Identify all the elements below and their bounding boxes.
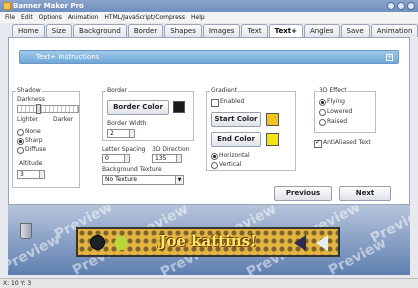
arrow-left-shape[interactable]: [316, 235, 328, 251]
tab-save[interactable]: Save: [340, 24, 370, 37]
previous-button[interactable]: Previous: [274, 186, 332, 201]
banner-text[interactable]: Joe kattins!: [133, 232, 283, 250]
preview-area: Preview Preview Preview Preview Preview …: [8, 205, 410, 275]
title-bar: Banner Maker Pro: [0, 0, 418, 12]
app-window: Banner Maker Pro File Edit Options Anima…: [0, 0, 418, 288]
circle-shape[interactable]: [90, 235, 105, 250]
cursor-coordinates: X: 10 Y: 3: [3, 280, 32, 287]
texture-select[interactable]: No Texture ▼: [102, 175, 184, 185]
tab-angles[interactable]: Angles: [303, 24, 340, 37]
gradient-title: Gradient: [210, 87, 239, 95]
maximize-button[interactable]: [397, 2, 405, 10]
text-plus-panel: Text+ Instructions + Shadow Darkness Lig…: [8, 37, 410, 205]
border-width-label: Border Width: [107, 120, 147, 127]
darker-label: Darker: [53, 116, 74, 123]
border-color-swatch[interactable]: [173, 101, 185, 113]
shadow-title: Shadow: [16, 87, 42, 95]
border-color-button[interactable]: Border Color: [107, 100, 169, 115]
tab-animation[interactable]: Animation: [370, 24, 418, 37]
letter-spacing-value: 0: [105, 155, 109, 162]
preview-watermark: Preview: [8, 231, 64, 275]
tab-bar: Home Size Background Border Shapes Image…: [12, 24, 418, 37]
altitude-value: 3: [20, 171, 24, 178]
tab-home[interactable]: Home: [12, 24, 45, 37]
menu-html[interactable]: HTML/JavaScript/Compress: [104, 12, 185, 23]
end-color-button[interactable]: End Color: [211, 132, 261, 147]
altitude-stepper[interactable]: 3: [17, 170, 45, 179]
end-color-swatch[interactable]: [266, 133, 279, 146]
direction-value: 135: [155, 155, 167, 162]
border-width-value: 2: [110, 130, 114, 137]
instructions-title: Text+ Instructions: [36, 53, 100, 61]
3d-effect-group: 3D Effect Flying Lowered Raised: [314, 87, 376, 133]
instructions-bar[interactable]: Text+ Instructions +: [19, 50, 399, 64]
border-width-stepper[interactable]: 2: [107, 129, 135, 138]
darkness-slider[interactable]: [17, 104, 79, 114]
direction-arrows-icon[interactable]: [176, 155, 181, 162]
tab-background[interactable]: Background: [73, 24, 127, 37]
horizontal-radio[interactable]: Horizontal: [211, 152, 250, 160]
direction-label: 3D Direction: [152, 146, 190, 153]
banner-preview[interactable]: Joe kattins!: [76, 227, 340, 257]
lowered-radio[interactable]: Lowered: [319, 108, 352, 116]
tab-images[interactable]: Images: [202, 24, 241, 37]
texture-value: No Texture: [105, 176, 138, 183]
minimize-button[interactable]: [387, 2, 395, 10]
gradient-enabled-checkbox[interactable]: Enabled: [211, 98, 244, 107]
menu-file[interactable]: File: [5, 12, 15, 23]
window-controls: [387, 2, 415, 10]
start-color-swatch[interactable]: [266, 113, 279, 126]
menu-bar: File Edit Options Animation HTML/JavaScr…: [0, 12, 418, 23]
letter-spacing-label: Letter Spacing: [102, 146, 146, 153]
altitude-label: Altitude: [19, 160, 43, 167]
direction-stepper[interactable]: 135: [152, 154, 182, 163]
flying-radio[interactable]: Flying: [319, 98, 345, 106]
border-title: Border: [106, 87, 129, 95]
border-width-arrows-icon[interactable]: [129, 130, 134, 137]
menu-animation[interactable]: Animation: [68, 12, 99, 23]
chevron-down-icon[interactable]: ▼: [175, 176, 183, 184]
menu-edit[interactable]: Edit: [21, 12, 33, 23]
vertical-radio[interactable]: Vertical: [211, 161, 241, 169]
preview-watermark: Preview: [367, 205, 410, 247]
3d-effect-title: 3D Effect: [318, 87, 348, 95]
raised-radio[interactable]: Raised: [319, 118, 347, 126]
darkness-slider-thumb[interactable]: [36, 104, 41, 114]
menu-help[interactable]: Help: [191, 12, 205, 23]
antialiased-checkbox[interactable]: AntiAliased Text: [314, 138, 371, 148]
start-color-button[interactable]: Start Color: [211, 112, 261, 127]
tab-border[interactable]: Border: [127, 24, 164, 37]
darkness-label: Darkness: [17, 96, 45, 103]
tab-text[interactable]: Text: [241, 24, 268, 37]
tab-size[interactable]: Size: [45, 24, 73, 37]
letter-spacing-arrows-icon[interactable]: [124, 155, 129, 162]
close-window-button[interactable]: [407, 2, 415, 10]
expand-icon[interactable]: +: [386, 54, 393, 61]
shadow-group: Shadow Darkness Lighter Darker None Shar…: [12, 87, 80, 188]
texture-label: Background Texture: [102, 166, 162, 173]
shadow-sharp-radio[interactable]: Sharp: [17, 137, 43, 145]
trash-icon[interactable]: [20, 223, 32, 239]
app-icon: [3, 2, 11, 10]
status-bar: X: 10 Y: 3: [0, 278, 418, 288]
tab-shapes[interactable]: Shapes: [164, 24, 202, 37]
next-button[interactable]: Next: [339, 186, 391, 201]
window-title: Banner Maker Pro: [13, 2, 84, 10]
lighter-label: Lighter: [17, 116, 39, 123]
gradient-group: Gradient Enabled Start Color End Color H…: [206, 87, 296, 171]
border-group: Border Border Color Border Width 2: [102, 87, 194, 141]
shadow-diffuse-radio[interactable]: Diffuse: [17, 146, 46, 154]
menu-options[interactable]: Options: [39, 12, 62, 23]
shadow-none-radio[interactable]: None: [17, 128, 41, 136]
triangle-shape[interactable]: [294, 235, 306, 251]
tab-text-plus[interactable]: Text+: [268, 24, 303, 37]
altitude-arrows-icon[interactable]: [39, 171, 44, 178]
letter-spacing-stepper[interactable]: 0: [102, 154, 130, 163]
